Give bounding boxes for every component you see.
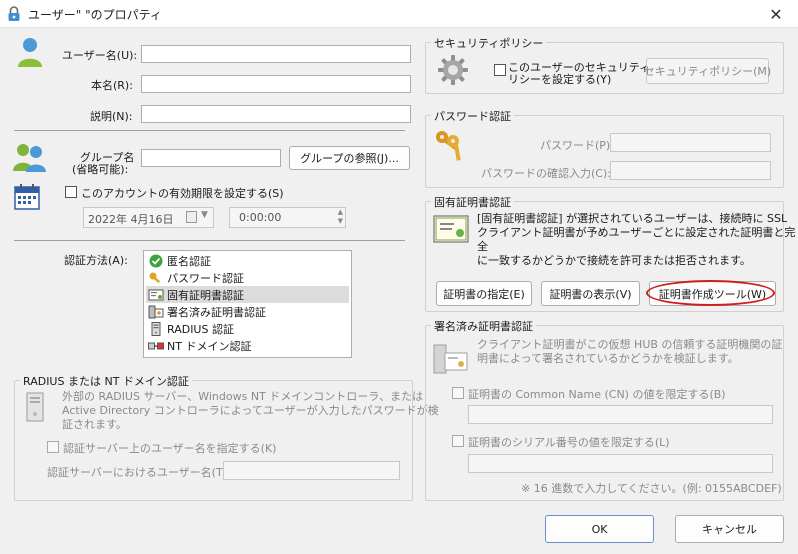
keys-icon <box>436 131 461 161</box>
calendar-icon <box>14 184 40 210</box>
list-item-password[interactable]: パスワード認証 <box>146 269 349 286</box>
security-policy-checkbox-line2: リシーを設定する(Y) <box>508 73 612 86</box>
password-label: パスワード(P): <box>540 139 614 152</box>
list-item-anonymous[interactable]: 匿名認証 <box>146 252 349 269</box>
gear-icon <box>438 55 468 85</box>
serial-checkbox[interactable] <box>452 435 464 447</box>
list-item-radius[interactable]: RADIUS 認証 <box>146 320 349 337</box>
server-icon <box>151 321 161 336</box>
server-icon <box>26 392 44 422</box>
network-icon <box>148 342 164 349</box>
cn-checkbox[interactable] <box>452 387 464 399</box>
username-input[interactable] <box>141 45 411 63</box>
specify-certificate-button[interactable]: 証明書の指定(E) <box>436 281 532 306</box>
close-button[interactable]: ✕ <box>754 0 798 28</box>
description-input[interactable] <box>141 105 411 123</box>
auth-method-list[interactable]: 匿名認証 パスワード認証 固有証明書認証 署名済み証明書認証 RADIUS 認証… <box>143 250 352 358</box>
group-input[interactable] <box>141 149 281 167</box>
browse-group-button[interactable]: グループの参照(J)... <box>289 146 410 170</box>
signed-certificate-icon <box>433 344 468 374</box>
window-title: ユーザー" "のプロパティ <box>28 8 162 22</box>
radius-username-checkbox[interactable] <box>47 441 59 453</box>
username-label: ユーザー名(U): <box>62 49 138 62</box>
security-policy-checkbox[interactable] <box>494 64 506 76</box>
list-item-certificate[interactable]: 固有証明書認証 <box>146 286 349 303</box>
list-item-nt-domain[interactable]: NT ドメイン認証 <box>146 337 349 354</box>
radius-username-checkbox-label: 認証サーバー上のユーザー名を指定する(K) <box>63 442 277 455</box>
password-confirm-label: パスワードの確認入力(C): <box>481 167 611 180</box>
signed-description-line1: クライアント証明書がこの仮想 HUB の信頼する証明機関の証 <box>477 338 783 351</box>
radius-description-line2: Active Directory コントローラによってユーザーが入力したパスワー… <box>62 404 439 417</box>
password-confirm-input[interactable] <box>610 161 771 180</box>
certificate-description-line1: [固有証明書認証] が選択されているユーザーは、接続時に SSL <box>477 212 788 225</box>
cn-checkbox-label: 証明書の Common Name (CN) の値を限定する(B) <box>468 388 726 401</box>
security-policy-group-title: セキュリティポリシー <box>431 35 547 51</box>
certificate-description-line3: に一致するかどうかで接続を許可または拒否されます。 <box>477 254 751 267</box>
check-circle-icon <box>149 254 163 267</box>
serial-input[interactable] <box>468 454 773 473</box>
radius-description-line1: 外部の RADIUS サーバー、Windows NT ドメインコントローラ、また… <box>62 390 424 403</box>
title-bar: ユーザー" "のプロパティ ✕ <box>0 0 798 28</box>
certificate-icon <box>433 215 469 243</box>
group-label-line2: (省略可能): <box>72 163 129 176</box>
certificate-icon <box>148 289 164 300</box>
divider <box>14 130 405 131</box>
lock-icon <box>8 6 20 21</box>
spin-up-icon[interactable]: ▲ <box>338 208 343 216</box>
expiry-checkbox[interactable] <box>65 186 77 198</box>
server-username-input[interactable] <box>223 461 400 480</box>
user-icon <box>18 38 42 67</box>
realname-input[interactable] <box>141 75 411 93</box>
radius-group-title: RADIUS または NT ドメイン認証 <box>20 373 192 389</box>
key-icon <box>149 272 161 283</box>
signed-certificate-icon <box>148 305 164 318</box>
password-input[interactable] <box>610 133 771 152</box>
serial-note: ※ 16 進数で入力してください。(例: 0155ABCDEF) <box>521 482 782 495</box>
cancel-button[interactable]: キャンセル <box>675 515 784 543</box>
expiry-checkbox-label: このアカウントの有効期限を設定する(S) <box>81 187 284 200</box>
expiry-date-picker[interactable]: 2022年 4月16日 ▼ <box>83 207 214 228</box>
calendar-dropdown-icon <box>186 211 197 223</box>
expiry-time-input[interactable]: 0:00:00 ▲ ▼ <box>229 207 346 228</box>
auth-method-label: 認証方法(A): <box>64 254 128 267</box>
security-policy-button[interactable]: セキュリティポリシー(M) <box>644 58 771 84</box>
view-certificate-button[interactable]: 証明書の表示(V) <box>541 281 640 306</box>
password-group-title: パスワード認証 <box>431 108 514 124</box>
certificate-group-title: 固有証明書認証 <box>431 194 514 210</box>
close-icon: ✕ <box>769 4 783 24</box>
chevron-down-icon: ▼ <box>201 210 208 220</box>
signed-description-line2: 明書によって署名されているかどうかを検証します。 <box>477 352 739 365</box>
signed-certificate-group-title: 署名済み証明書認証 <box>431 318 536 334</box>
serial-checkbox-label: 証明書のシリアル番号の値を限定する(L) <box>468 436 670 449</box>
list-item-signed-certificate[interactable]: 署名済み証明書認証 <box>146 303 349 320</box>
group-icon <box>13 144 46 172</box>
ok-button[interactable]: OK <box>545 515 654 543</box>
description-label: 説明(N): <box>90 110 133 123</box>
divider <box>14 240 405 241</box>
certificate-description-line2: クライアント証明書が予めユーザーごとに設定された証明書と完全 <box>477 226 796 253</box>
realname-label: 本名(R): <box>91 79 133 92</box>
server-username-label: 認証サーバーにおけるユーザー名(T): <box>47 466 231 479</box>
radius-description-line3: 証されます。 <box>62 418 127 431</box>
spin-down-icon[interactable]: ▼ <box>338 217 343 225</box>
cn-input[interactable] <box>468 405 773 424</box>
highlight-ellipse <box>646 280 775 306</box>
